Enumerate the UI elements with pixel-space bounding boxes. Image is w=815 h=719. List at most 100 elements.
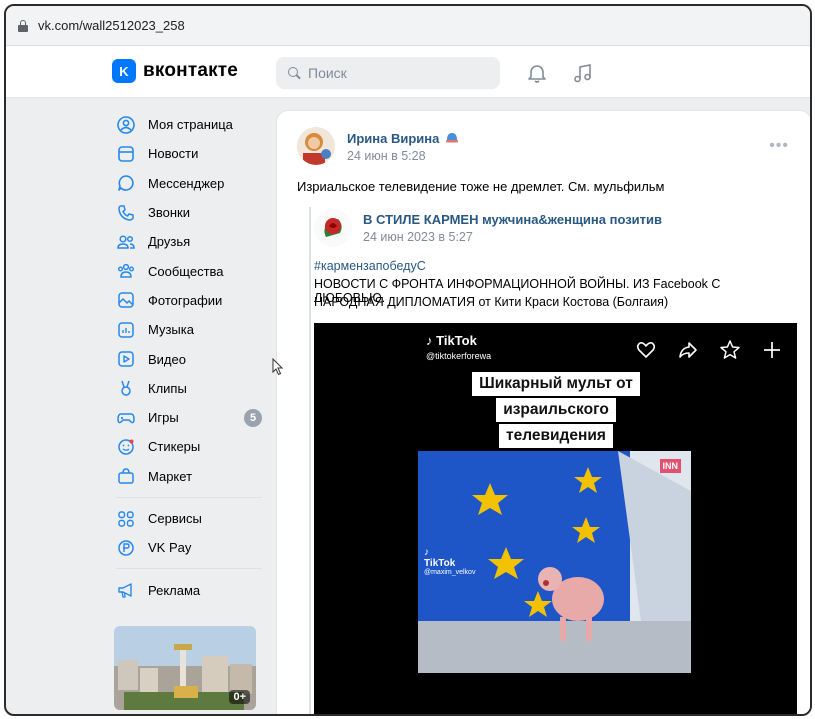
video-actions: [635, 339, 783, 361]
vk-logo[interactable]: K вконтакте: [112, 59, 238, 83]
menu-item-clips[interactable]: Клипы: [112, 374, 262, 403]
messenger-icon: [118, 175, 134, 192]
menu-label: Маркет: [148, 468, 193, 484]
bell-icon[interactable]: [526, 62, 548, 84]
star-icon[interactable]: [719, 339, 741, 361]
menu-item-stickers[interactable]: Стикеры: [112, 432, 262, 461]
tiktok-watermark-brand: TikTok: [424, 558, 456, 569]
search-input[interactable]: Поиск: [276, 57, 500, 89]
repost-author-name[interactable]: В СТИЛЕ КАРМЕН мужчина&женщина позитив: [363, 212, 662, 227]
menu-item-calls[interactable]: Звонки: [112, 198, 262, 227]
video-icon: [118, 351, 134, 367]
menu-label: Новости: [148, 146, 199, 162]
menu-item-vkpay[interactable]: VK Pay: [112, 533, 262, 562]
menu-item-ads[interactable]: Реклама: [112, 575, 262, 604]
menu-item-communities[interactable]: Сообщества: [112, 256, 262, 285]
stickers-icon: [118, 439, 134, 455]
add-icon[interactable]: [761, 339, 783, 361]
menu-label: Друзья: [148, 234, 191, 250]
mouse-cursor-icon: [272, 358, 284, 376]
megaphone-icon: [118, 583, 132, 598]
menu-divider: [116, 496, 262, 498]
menu-label: Стикеры: [148, 439, 201, 455]
menu-label: Сообщества: [148, 263, 224, 279]
news-icon: [118, 146, 134, 162]
inn-badge: INN: [659, 459, 681, 473]
left-menu: Моя страница Новости Мессенджер Звонки Д…: [112, 110, 262, 605]
video-caption: Шикарный мульт от израильского телевиден…: [462, 371, 650, 449]
tiktok-logo: ♪ TikTok: [426, 333, 477, 348]
video-frame: INN ♪ TikTok @maxim_velkov: [418, 451, 691, 673]
menu-label: Игры: [148, 410, 179, 426]
music-note-icon[interactable]: [572, 62, 594, 84]
menu-item-music[interactable]: Музыка: [112, 315, 262, 344]
address-bar[interactable]: vk.com/wall2512023_258: [6, 6, 810, 46]
caption-line: израильского: [496, 398, 616, 422]
music-icon: [118, 321, 134, 338]
post-date[interactable]: 24 июн в 5:28: [347, 149, 426, 163]
menu-label: Сервисы: [148, 511, 202, 526]
repost-block: В СТИЛЕ КАРМЕН мужчина&женщина позитив 2…: [309, 207, 797, 714]
repost-hashtag[interactable]: #кармензапобедуС: [314, 259, 426, 273]
more-options-icon[interactable]: •••: [769, 137, 789, 155]
repost-date[interactable]: 24 июн 2023 в 5:27: [363, 230, 473, 244]
video-player[interactable]: ♪ TikTok @tiktokerforewa Шикарный мульт …: [314, 323, 797, 714]
caption-line: Шикарный мульт от: [472, 372, 640, 396]
menu-label: Звонки: [148, 205, 190, 221]
search-placeholder: Поиск: [308, 65, 347, 81]
repost-text-line: НАРОДНАЯ ДИПЛОМАТИЯ от Кити Краси Костов…: [314, 295, 669, 309]
heart-icon[interactable]: [635, 339, 657, 361]
share-icon[interactable]: [677, 339, 699, 361]
menu-label: Музыка: [148, 322, 194, 338]
url-text[interactable]: vk.com/wall2512023_258: [38, 18, 185, 33]
lock-icon: [18, 19, 28, 32]
market-icon: [118, 468, 134, 484]
menu-label: Фотографии: [148, 292, 223, 308]
rose-icon: [314, 209, 352, 247]
wall-post: Ирина Вирина 24 июн в 5:28 ••• Изриальск…: [276, 110, 810, 714]
tiktok-watermark-user: @maxim_velkov: [424, 569, 476, 576]
user-circle-icon: [117, 115, 135, 134]
menu-item-video[interactable]: Видео: [112, 344, 262, 373]
services-icon: [118, 510, 134, 527]
ad-thumbnail[interactable]: 0+: [114, 626, 256, 710]
menu-label: Реклама: [148, 582, 201, 598]
menu-label: Мессенджер: [148, 175, 225, 191]
helmet-icon: [446, 133, 458, 143]
photos-icon: [118, 292, 134, 309]
menu-label: Видео: [148, 351, 186, 367]
friends-icon: [117, 235, 135, 249]
caption-line: телевидения: [499, 424, 613, 448]
browser-window: vk.com/wall2512023_258 K вконтакте Поиск…: [4, 4, 812, 716]
menu-divider: [116, 568, 262, 570]
author-avatar[interactable]: [297, 127, 335, 165]
menu-item-messenger[interactable]: Мессенджер: [112, 169, 262, 198]
vk-header: K вконтакте Поиск: [6, 46, 810, 98]
menu-item-services[interactable]: Сервисы: [112, 504, 262, 533]
tiktok-brand: TikTok: [436, 333, 477, 348]
phone-icon: [118, 204, 134, 221]
post-author-name[interactable]: Ирина Вирина: [347, 131, 459, 146]
menu-item-games[interactable]: Игры 5: [112, 403, 262, 432]
menu-label: VK Pay: [148, 540, 192, 556]
avatar-image: [297, 127, 335, 165]
communities-icon: [118, 263, 134, 278]
menu-label: Клипы: [148, 380, 187, 396]
post-author-text: Ирина Вирина: [347, 131, 440, 146]
tiktok-watermark: ♪ TikTok @maxim_velkov: [424, 547, 476, 576]
repost-avatar[interactable]: [314, 209, 352, 247]
vk-logo-icon: K: [112, 59, 136, 83]
search-icon: [288, 67, 301, 80]
tiktok-username: @tiktokerforewa: [426, 351, 492, 361]
clips-icon: [121, 381, 131, 397]
menu-item-friends[interactable]: Друзья: [112, 227, 262, 256]
menu-label: Моя страница: [148, 117, 233, 133]
menu-item-news[interactable]: Новости: [112, 139, 262, 168]
vk-logo-text: вконтакте: [143, 60, 239, 81]
menu-item-market[interactable]: Маркет: [112, 462, 262, 491]
vkpay-icon: [118, 540, 134, 556]
menu-item-my-page[interactable]: Моя страница: [112, 110, 262, 139]
post-text: Изриальское телевидение тоже не дремлет.…: [297, 179, 665, 194]
games-icon: [117, 412, 135, 423]
menu-item-photos[interactable]: Фотографии: [112, 286, 262, 315]
